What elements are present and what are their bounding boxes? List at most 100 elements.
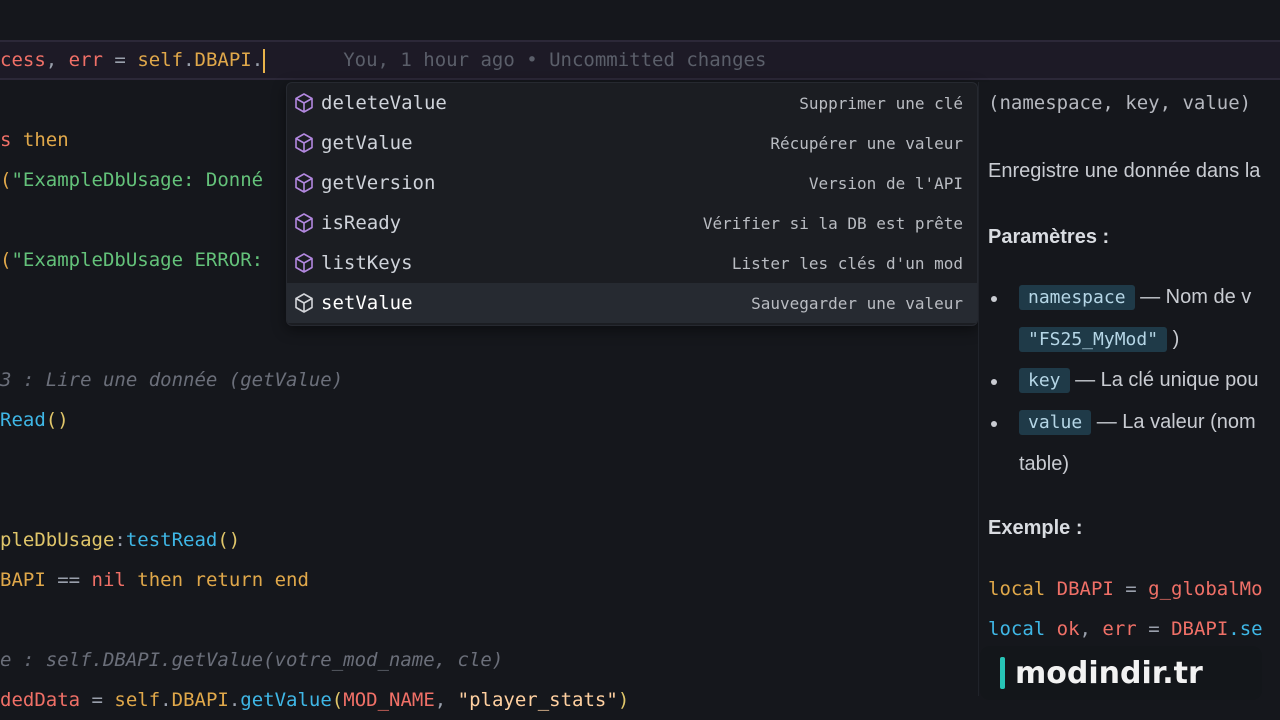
code-token: MOD_NAME (343, 689, 435, 711)
param-text: ) (1172, 328, 1180, 350)
code-token: = (1136, 618, 1172, 640)
bullet (991, 296, 997, 302)
suggestion-detail: Sauvegarder une valeur (751, 293, 963, 313)
code-token: : (114, 529, 126, 551)
method-cube-icon (291, 250, 317, 276)
code-line: s then (0, 120, 69, 160)
watermark-logo: modindir.tr (980, 646, 1262, 700)
code-token: DBAPI (1045, 578, 1114, 600)
suggestion-detail: Vérifier si la DB est prête (702, 213, 963, 233)
code-token: end (263, 569, 309, 591)
param-example-value: "FS25_MyMod" (1019, 327, 1168, 352)
suggestion-item[interactable]: isReady Vérifier si la DB est prête (287, 203, 977, 243)
function-signature: (namespace, key, value) (988, 92, 1252, 114)
suggestion-item[interactable]: getValue Récupérer une valeur (287, 123, 977, 163)
param-name: value (1019, 410, 1092, 435)
code-token: ) (617, 689, 630, 711)
code-token: . (228, 689, 241, 711)
function-description: Enregistre une donnée dans la (988, 160, 1261, 182)
code-token: dedData (0, 689, 81, 711)
suggestion-label: deleteValue (321, 92, 447, 114)
code-token: . (251, 49, 264, 71)
suggestion-detail: Version de l'API (808, 173, 963, 193)
code-token: . (160, 689, 172, 711)
suggestion-label: setValue (321, 292, 413, 314)
code-token: , (1079, 618, 1103, 640)
code-comment: e : self.DBAPI.getValue(votre_mod_name, … (0, 640, 503, 680)
code-token: "player_stats" (457, 689, 618, 711)
code-token: pleDbUsage (0, 529, 115, 551)
suggestion-label: getVersion (321, 172, 436, 194)
suggestion-label: getValue (321, 132, 413, 154)
method-cube-icon (291, 290, 317, 316)
code-token: "ExampleDbUsage: Donné (11, 169, 264, 191)
param-item: value — La valeur (nom (1019, 410, 1256, 435)
suggestion-label: isReady (321, 212, 402, 234)
param-name: key (1019, 368, 1070, 393)
suggestion-detail: Lister les clés d'un mod (731, 253, 963, 273)
code-token: local (988, 618, 1046, 640)
code-token: ( (0, 249, 12, 271)
code-token: self (114, 689, 161, 711)
code-comment: 3 : Lire une donnée (getValue) (0, 360, 343, 400)
code-token: DBAPI (171, 689, 229, 711)
code-token: DBAPI (194, 49, 252, 71)
param-name: namespace (1019, 285, 1135, 310)
current-code-line[interactable]: cess, err = self.DBAPI. You, 1 hour ago •… (0, 40, 1280, 80)
code-line: ("ExampleDbUsage ERROR: (0, 240, 263, 280)
git-blame-annotation: You, 1 hour ago • Uncommitted changes (343, 49, 767, 71)
code-token: testRead (125, 529, 218, 551)
code-token: == (45, 569, 92, 591)
param-text-cont: table) (1019, 453, 1070, 475)
code-line: dedData = self.DBAPI.getValue(MOD_NAME, … (0, 680, 629, 720)
code-token: ok (1045, 618, 1080, 640)
code-token: BAPI (0, 569, 46, 591)
params-heading: Paramètres : (988, 226, 1110, 248)
method-cube-icon (291, 170, 317, 196)
code-token: ( (331, 689, 344, 711)
code-line: Read() (0, 400, 69, 440)
suggestion-item[interactable]: getVersion Version de l'API (287, 163, 977, 203)
code-token: Read (0, 409, 46, 431)
code-token: = (80, 689, 115, 711)
watermark-bar (1000, 657, 1005, 689)
suggestion-item[interactable]: listKeys Lister les clés d'un mod (287, 243, 977, 283)
suggestion-details-panel[interactable]: (namespace, key, value) Enregistre une d… (978, 82, 1280, 696)
code-token: .se (1228, 618, 1263, 640)
suggestion-item-selected[interactable]: setValue Sauvegarder une valeur (287, 283, 977, 323)
code-token: local (988, 578, 1046, 600)
code-token: g_globalMo (1148, 578, 1263, 600)
code-token: () (217, 529, 241, 551)
code-token: e : self.DBAPI.getValue(votre_mod_name, … (0, 649, 504, 671)
param-text: — Nom de v (1134, 286, 1252, 308)
example-code-line: local DBAPI = g_globalMo (988, 578, 1263, 600)
autocomplete-list[interactable]: deleteValue Supprimer une clé getValue R… (286, 82, 978, 326)
code-token: getValue (240, 689, 332, 711)
code-line: ("ExampleDbUsage: Donné (0, 160, 263, 200)
param-item: key — La clé unique pou (1019, 368, 1259, 393)
code-token: () (45, 409, 69, 431)
code-token: , (434, 689, 458, 711)
param-text: — La valeur (nom (1091, 411, 1256, 433)
code-token: 3 : Lire une donnée (getValue) (0, 369, 344, 391)
param-item-cont: "FS25_MyMod" ) (1019, 327, 1180, 352)
code-token: self (137, 49, 184, 71)
code-token: then (125, 569, 195, 591)
text-cursor (263, 48, 266, 73)
bullet (991, 379, 997, 385)
suggestion-detail: Supprimer une clé (799, 93, 963, 113)
bullet (991, 421, 997, 427)
suggestion-label: listKeys (321, 252, 413, 274)
code-token: return (194, 569, 264, 591)
code-line: pleDbUsage:testRead() (0, 520, 240, 560)
method-cube-icon (291, 130, 317, 156)
code-token: cess (0, 49, 46, 71)
code-token: ( (0, 169, 12, 191)
suggestion-item[interactable]: deleteValue Supprimer une clé (287, 83, 977, 123)
suggestion-detail: Récupérer une valeur (770, 133, 963, 153)
code-token: nil (91, 569, 126, 591)
code-token: . (183, 49, 195, 71)
code-token: , (45, 49, 69, 71)
watermark-text: modindir.tr (1015, 655, 1203, 691)
code-token: err (68, 49, 103, 71)
